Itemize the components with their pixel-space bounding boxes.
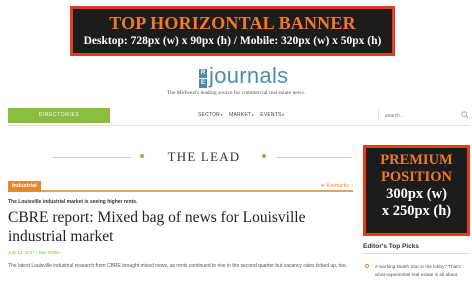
section-heading: THE LEAD bbox=[52, 148, 352, 164]
circle-bullet-icon bbox=[365, 264, 369, 268]
nav-item-events[interactable]: EVENTS∨ bbox=[260, 112, 284, 118]
top-horizontal-banner-ad[interactable]: TOP HORIZONTAL BANNER Desktop: 728px (w)… bbox=[70, 6, 395, 56]
logo-r-letter: R bbox=[199, 69, 207, 78]
chevron-down-icon: ∨ bbox=[281, 112, 285, 117]
location-label: Kentucky bbox=[326, 183, 350, 189]
chevron-down-icon: ∨ bbox=[251, 112, 255, 117]
plane-arrow-icon: ➤ bbox=[320, 183, 325, 189]
article-meta: July 13, 2017 | Dan Rafter bbox=[8, 250, 60, 255]
divider-line bbox=[52, 157, 132, 158]
divider-line bbox=[276, 157, 352, 158]
green-dot-icon bbox=[140, 154, 144, 158]
search-input[interactable] bbox=[385, 111, 455, 120]
nav-item-label: MARKET bbox=[229, 112, 252, 118]
picks-title: Editor's Top Picks bbox=[363, 243, 470, 254]
banner-subtitle: Desktop: 728px (w) x 90px (h) / Mobile: … bbox=[83, 35, 382, 47]
article-excerpt: The latest Louisville industrial researc… bbox=[8, 263, 348, 269]
section-title: THE LEAD bbox=[167, 149, 241, 164]
directories-button[interactable]: DIRECTORIES bbox=[8, 108, 110, 123]
article-headline[interactable]: CBRE report: Mixed bag of news for Louis… bbox=[8, 208, 353, 246]
premium-line-2: POSITION bbox=[381, 169, 452, 185]
pick-text: A working Death Star in the lobby? That'… bbox=[375, 264, 461, 277]
premium-line-1: PREMIUM bbox=[380, 152, 453, 168]
location-link[interactable]: ➤ Kentucky › bbox=[320, 183, 353, 189]
category-bar: Industrial ➤ Kentucky › bbox=[8, 181, 353, 192]
site-logo[interactable]: R E journals bbox=[199, 62, 288, 88]
main-navigation: DIRECTORIES SECTOR∨ MARKET∨ EVENTS∨ bbox=[8, 108, 470, 126]
nav-links: SECTOR∨ MARKET∨ EVENTS∨ bbox=[198, 112, 285, 118]
nav-item-label: SECTOR bbox=[198, 112, 220, 118]
nav-item-market[interactable]: MARKET∨ bbox=[229, 112, 254, 118]
search-icon[interactable] bbox=[461, 111, 469, 119]
editors-top-picks: Editor's Top Picks A working Death Star … bbox=[363, 243, 470, 278]
nav-item-label: EVENTS bbox=[260, 112, 282, 118]
green-dot-icon bbox=[262, 154, 266, 158]
article-kicker: The Louisville industrial market is seei… bbox=[8, 199, 138, 205]
premium-position-ad[interactable]: PREMIUM POSITION 300px (w) x 250px (h) bbox=[363, 145, 470, 236]
category-tag[interactable]: Industrial bbox=[8, 181, 41, 192]
article-author[interactable]: Dan Rafter bbox=[38, 250, 60, 255]
premium-line-4: x 250px (h) bbox=[381, 203, 452, 219]
banner-title: TOP HORIZONTAL BANNER bbox=[109, 13, 356, 33]
chevron-right-icon: › bbox=[351, 183, 353, 189]
logo-re-mark: R E bbox=[199, 68, 207, 88]
article-date: July 13, 2017 bbox=[8, 250, 35, 255]
list-item[interactable]: A working Death Star in the lobby? That'… bbox=[363, 263, 470, 278]
logo-wordmark: journals bbox=[209, 63, 289, 88]
premium-line-3: 300px (w) bbox=[386, 186, 447, 202]
nav-item-sector[interactable]: SECTOR∨ bbox=[198, 112, 223, 118]
logo-e-letter: E bbox=[199, 79, 207, 88]
search-box bbox=[378, 109, 470, 122]
chevron-down-icon: ∨ bbox=[219, 112, 224, 117]
site-tagline: The Midwest's leading source for commerc… bbox=[166, 90, 306, 96]
